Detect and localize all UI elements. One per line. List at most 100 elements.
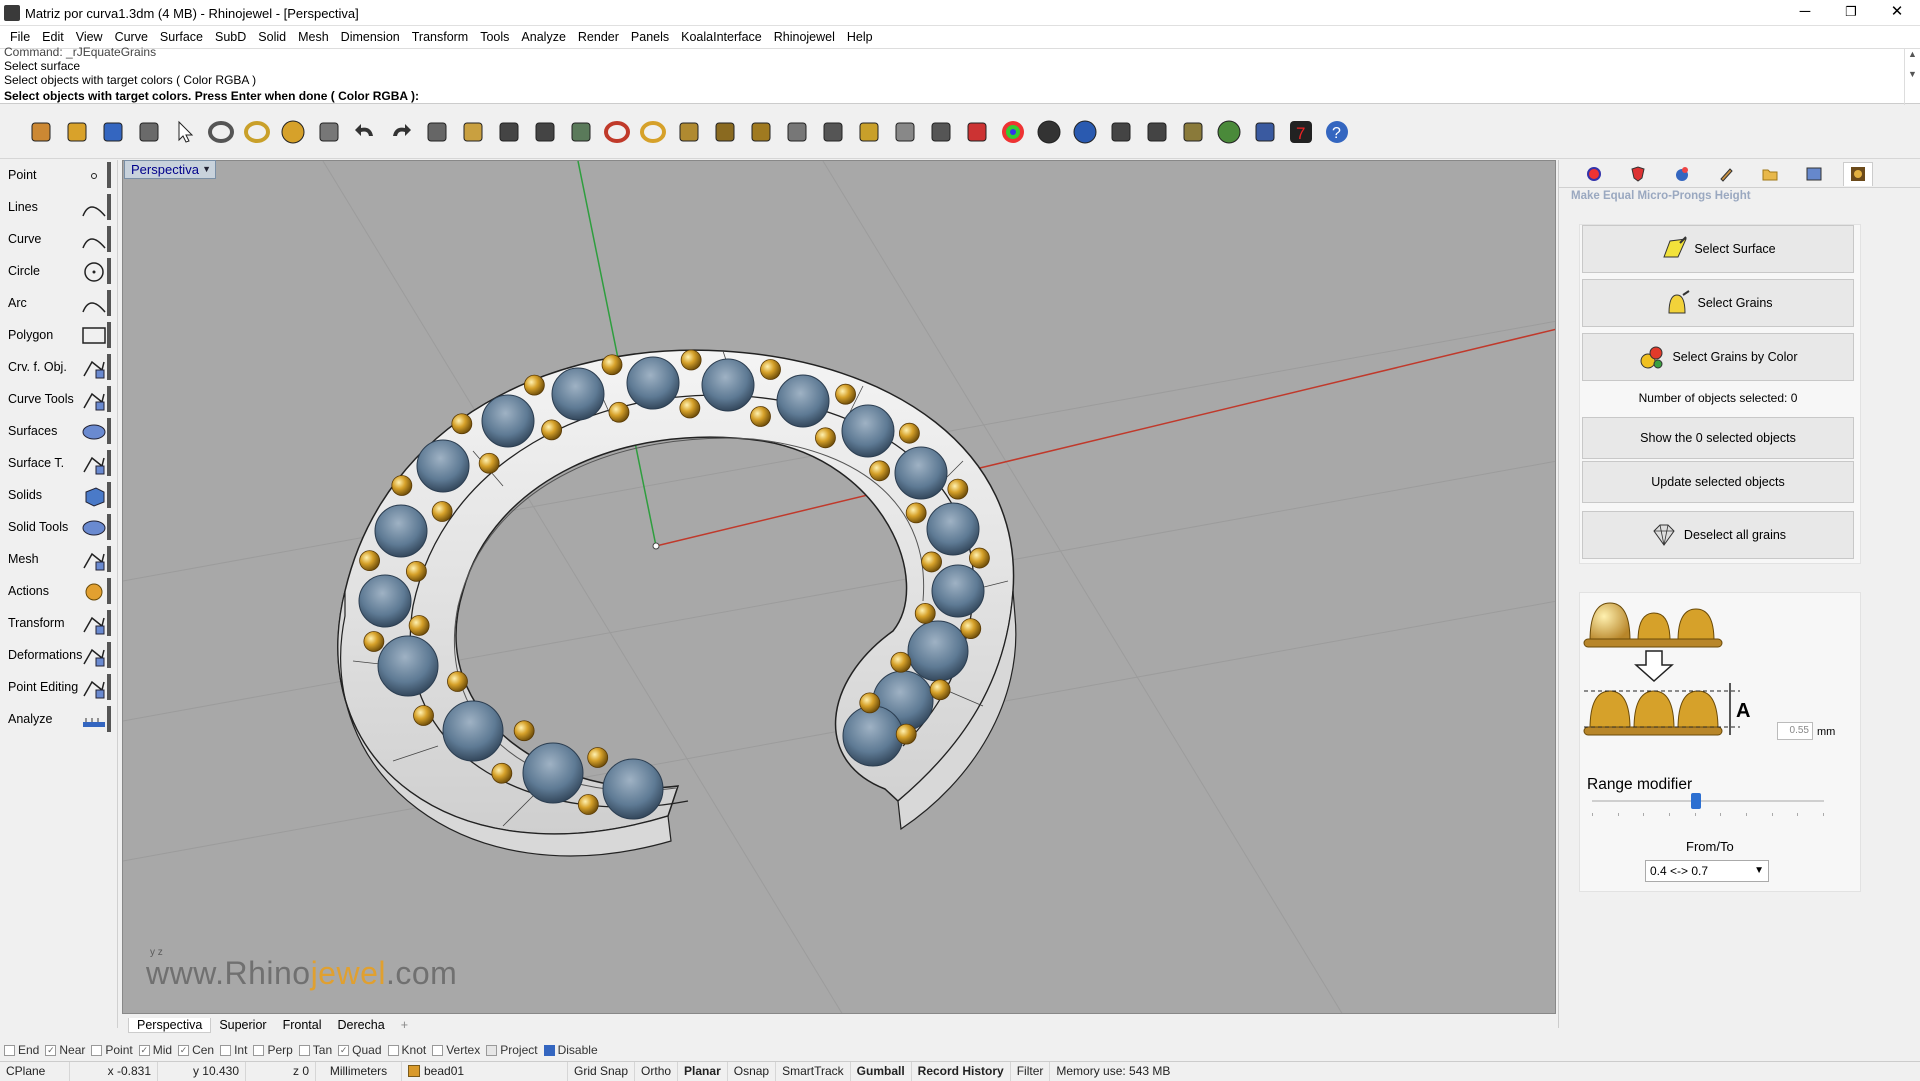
sidebar-item-mesh[interactable]: Mesh bbox=[0, 544, 118, 574]
panel-tab-rhinojewel-icon[interactable] bbox=[1843, 161, 1873, 186]
panel-tab-brush-icon[interactable] bbox=[1711, 162, 1741, 186]
undo-icon[interactable] bbox=[350, 117, 380, 147]
gold-bead[interactable] bbox=[760, 359, 781, 380]
menu-mesh[interactable]: Mesh bbox=[292, 30, 335, 44]
select-surface-button[interactable]: Select Surface bbox=[1582, 225, 1854, 273]
gem-stone[interactable] bbox=[776, 374, 830, 428]
sidebar-item-solid-tools[interactable]: Solid Tools bbox=[0, 512, 118, 542]
command-scrollbar[interactable]: ▲ ▼ bbox=[1904, 49, 1920, 105]
range-modifier-slider-thumb[interactable] bbox=[1691, 793, 1702, 809]
gold-bead[interactable] bbox=[405, 560, 427, 582]
shank-icon[interactable] bbox=[710, 117, 740, 147]
menu-render[interactable]: Render bbox=[572, 30, 625, 44]
menu-rhinojewel[interactable]: Rhinojewel bbox=[768, 30, 841, 44]
gold-bead[interactable] bbox=[601, 354, 623, 376]
prongs-icon[interactable] bbox=[314, 117, 344, 147]
cabochon-icon[interactable] bbox=[602, 117, 632, 147]
gold-bead[interactable] bbox=[869, 460, 890, 482]
close-button[interactable]: ✕ bbox=[1874, 0, 1920, 26]
gold-bead[interactable] bbox=[577, 794, 599, 815]
globe-icon[interactable] bbox=[1214, 117, 1244, 147]
gold-bead[interactable] bbox=[929, 679, 951, 701]
redo-icon[interactable] bbox=[386, 117, 416, 147]
gold-bead[interactable] bbox=[523, 374, 545, 396]
command-prompt[interactable]: Select objects with target colors. Press… bbox=[4, 89, 419, 103]
scale-icon[interactable] bbox=[854, 117, 884, 147]
zoom-icon[interactable] bbox=[530, 117, 560, 147]
gold-bead[interactable] bbox=[608, 401, 630, 423]
gem-stone[interactable] bbox=[926, 502, 980, 556]
gem-stone[interactable] bbox=[626, 356, 680, 410]
menu-subd[interactable]: SubD bbox=[209, 30, 252, 44]
sidebar-item-actions[interactable]: Actions bbox=[0, 576, 118, 606]
panel-tab-color-icon[interactable] bbox=[1579, 162, 1609, 186]
gold-bead[interactable] bbox=[750, 406, 771, 427]
viewport-title-tab[interactable]: Perspectiva ▼ bbox=[124, 160, 216, 179]
sidebar-item-polygon[interactable]: Polygon bbox=[0, 320, 118, 350]
gem-stone[interactable] bbox=[374, 504, 428, 558]
record-history-toggle[interactable]: Record History bbox=[912, 1061, 1011, 1081]
select-grains-by-color-button[interactable]: Select Grains by Color bbox=[1582, 333, 1854, 381]
gold-bead[interactable] bbox=[680, 349, 702, 371]
current-layer[interactable]: bead01 bbox=[402, 1061, 568, 1081]
menu-panels[interactable]: Panels bbox=[625, 30, 675, 44]
gem-stone[interactable] bbox=[841, 404, 895, 458]
sidebar-item-analyze[interactable]: Analyze bbox=[0, 704, 118, 734]
sidebar-item-curve-tools[interactable]: Curve Tools bbox=[0, 384, 118, 414]
smarttrack-toggle[interactable]: SmartTrack bbox=[776, 1061, 851, 1081]
color-wheel-icon[interactable] bbox=[998, 117, 1028, 147]
sidebar-item-curve[interactable]: Curve bbox=[0, 224, 118, 254]
select-grains-button[interactable]: Select Grains bbox=[1582, 279, 1854, 327]
sidebar-item-crv-f-obj[interactable]: Crv. f. Obj. bbox=[0, 352, 118, 382]
snap-circle-icon[interactable] bbox=[818, 117, 848, 147]
help-icon[interactable]: ? bbox=[1322, 117, 1352, 147]
panel-tab-shield-icon[interactable] bbox=[1623, 162, 1653, 186]
minimize-button[interactable]: ─ bbox=[1782, 0, 1828, 26]
gold-bead[interactable] bbox=[921, 551, 942, 573]
lock-icon[interactable] bbox=[926, 117, 956, 147]
menu-surface[interactable]: Surface bbox=[154, 30, 209, 44]
gold-bead[interactable] bbox=[947, 478, 969, 500]
copy-icon[interactable] bbox=[422, 117, 452, 147]
grid-snap-toggle[interactable]: Grid Snap bbox=[568, 1061, 636, 1081]
sidebar-item-surface-t[interactable]: Surface T. bbox=[0, 448, 118, 478]
blue-sphere-icon[interactable] bbox=[1070, 117, 1100, 147]
version-7-icon[interactable]: 7 bbox=[1286, 117, 1316, 147]
gold-bead[interactable] bbox=[960, 618, 982, 639]
gold-bead[interactable] bbox=[431, 501, 453, 522]
gold-bead[interactable] bbox=[895, 723, 917, 745]
gold-bead[interactable] bbox=[859, 692, 881, 714]
dimension-icon[interactable] bbox=[1106, 117, 1136, 147]
osnap-project-checkbox[interactable]: Project bbox=[486, 1043, 538, 1057]
menu-transform[interactable]: Transform bbox=[406, 30, 475, 44]
cplane-label[interactable]: CPlane bbox=[0, 1061, 70, 1081]
gold-bead[interactable] bbox=[447, 671, 468, 692]
light-bulb-icon[interactable] bbox=[890, 117, 920, 147]
osnap-int-checkbox[interactable]: Int bbox=[220, 1043, 247, 1057]
ortho-toggle[interactable]: Ortho bbox=[635, 1061, 679, 1081]
osnap-point-checkbox[interactable]: Point bbox=[91, 1043, 133, 1057]
gem-stone[interactable] bbox=[842, 705, 904, 767]
sidebar-item-solids[interactable]: Solids bbox=[0, 480, 118, 510]
menu-analyze[interactable]: Analyze bbox=[515, 30, 571, 44]
filter-toggle[interactable]: Filter bbox=[1011, 1061, 1051, 1081]
measure-icon[interactable] bbox=[782, 117, 812, 147]
show-selected-button[interactable]: Show the 0 selected objects bbox=[1582, 417, 1854, 459]
height-mm-input[interactable]: 0.55 bbox=[1777, 722, 1813, 740]
gold-bead[interactable] bbox=[835, 383, 856, 405]
osnap-perp-checkbox[interactable]: Perp bbox=[253, 1043, 293, 1057]
zoom-extents-icon[interactable] bbox=[494, 117, 524, 147]
osnap-vertex-checkbox[interactable]: Vertex bbox=[432, 1043, 480, 1057]
menu-dimension[interactable]: Dimension bbox=[335, 30, 406, 44]
gem-stone[interactable] bbox=[602, 758, 664, 820]
gem-stone[interactable] bbox=[377, 635, 439, 697]
panel-tab-image-icon[interactable] bbox=[1799, 162, 1829, 186]
gold-bead[interactable] bbox=[391, 475, 413, 496]
gold-bead[interactable] bbox=[587, 747, 609, 768]
save-as-icon[interactable] bbox=[134, 117, 164, 147]
gem-stone[interactable] bbox=[894, 446, 948, 500]
sidebar-item-point[interactable]: Point bbox=[0, 160, 118, 190]
shield-icon[interactable] bbox=[962, 117, 992, 147]
osnap-toggle[interactable]: Osnap bbox=[728, 1061, 777, 1081]
menu-koalainterface[interactable]: KoalaInterface bbox=[675, 30, 768, 44]
